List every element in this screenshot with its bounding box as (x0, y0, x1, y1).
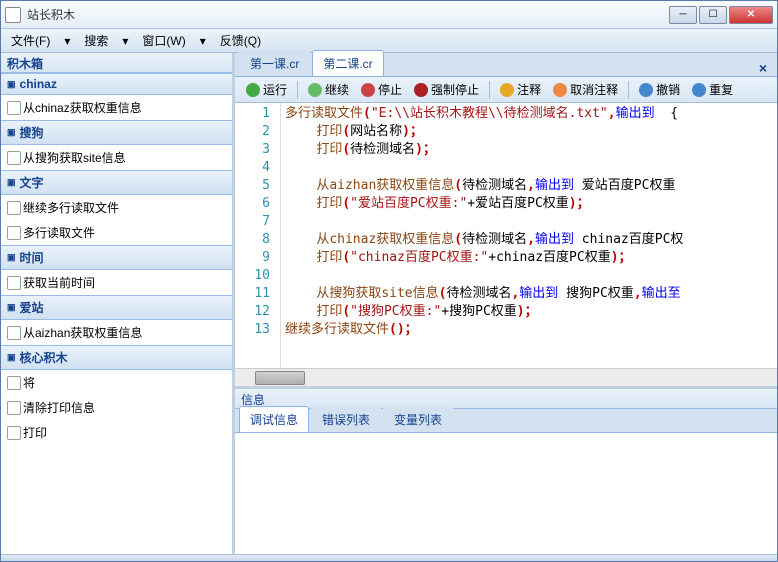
bottom-panel: 信息 调试信息 错误列表 变量列表 (235, 386, 777, 554)
comment-button[interactable]: 注释 (495, 79, 546, 100)
editor-toolbar: 运行 继续 停止 强制停止 注释 取消注释 撤销 重复 (235, 77, 777, 103)
tab-variable-list[interactable]: 变量列表 (383, 406, 453, 432)
sidebar: 积木箱 ▣ chinaz 从chinaz获取权重信息 ▣ 搜狗从搜狗获取site信息 ▣ 文… (1, 53, 235, 554)
category-label: 核心积木 (20, 349, 68, 366)
category-header[interactable]: ▣ chinaz (1, 73, 232, 95)
collapse-icon: ▣ (7, 252, 16, 263)
menu-file[interactable]: 文件(F) (7, 30, 54, 51)
continue-icon (308, 83, 322, 97)
stop-button[interactable]: 停止 (356, 79, 407, 100)
sidebar-item[interactable]: 打印 (1, 420, 232, 445)
force-stop-button[interactable]: 强制停止 (409, 79, 484, 100)
undo-icon (639, 83, 653, 97)
category-label: chinaz (20, 77, 57, 91)
category-header[interactable]: ▣ 搜狗 (1, 120, 232, 145)
sidebar-item[interactable]: 继续多行读取文件 (1, 195, 232, 220)
bottom-panel-tabs: 调试信息 错误列表 变量列表 (235, 409, 777, 433)
sidebar-item[interactable]: 清除打印信息 (1, 395, 232, 420)
sidebar-item[interactable]: 从chinaz获取权重信息 (1, 95, 232, 120)
menubar: 文件(F)▾ 搜索▾ 窗口(W)▾ 反馈(Q) (1, 29, 777, 53)
category-header[interactable]: ▣ 文字 (1, 170, 232, 195)
code-content[interactable]: 多行读取文件("E:\\站长积木教程\\待检测域名.txt",输出到 { 打印(… (281, 103, 777, 368)
tab-debug-info[interactable]: 调试信息 (239, 406, 309, 432)
category-header[interactable]: ▣ 爱站 (1, 295, 232, 320)
redo-icon (692, 83, 706, 97)
sidebar-item[interactable]: 获取当前时间 (1, 270, 232, 295)
sidebar-item[interactable]: 从搜狗获取site信息 (1, 145, 232, 170)
maximize-button[interactable]: ☐ (699, 6, 727, 24)
app-icon (5, 7, 21, 23)
category-label: 搜狗 (20, 124, 44, 141)
scroll-thumb[interactable] (255, 371, 305, 385)
editor-area: 第一课.cr 第二课.cr × 运行 继续 停止 强制停止 注释 取消注释 撤销… (235, 53, 777, 554)
play-icon (246, 83, 260, 97)
bottom-panel-content (235, 433, 777, 554)
collapse-icon: ▣ (7, 127, 16, 138)
close-button[interactable]: ✕ (729, 6, 773, 24)
menu-search[interactable]: 搜索 (80, 30, 112, 51)
category-label: 文字 (20, 174, 44, 191)
comment-icon (500, 83, 514, 97)
category-label: 爱站 (20, 299, 44, 316)
editor-tabs: 第一课.cr 第二课.cr × (235, 53, 777, 77)
collapse-icon: ▣ (7, 302, 16, 313)
continue-button[interactable]: 继续 (303, 79, 354, 100)
menu-window[interactable]: 窗口(W) (138, 30, 189, 51)
sidebar-title: 积木箱 (1, 53, 232, 73)
collapse-icon: ▣ (7, 177, 16, 188)
stop-icon (361, 83, 375, 97)
statusbar (1, 554, 777, 561)
collapse-icon: ▣ (7, 352, 16, 363)
uncomment-icon (553, 83, 567, 97)
sidebar-item[interactable]: 多行读取文件 (1, 220, 232, 245)
window-titlebar: 站长积木 ─ ☐ ✕ (1, 1, 777, 29)
category-header[interactable]: ▣ 核心积木 (1, 345, 232, 370)
category-header[interactable]: ▣ 时间 (1, 245, 232, 270)
uncomment-button[interactable]: 取消注释 (548, 79, 623, 100)
redo-button[interactable]: 重复 (687, 79, 738, 100)
tab-lesson1[interactable]: 第一课.cr (239, 50, 310, 76)
tab-error-list[interactable]: 错误列表 (311, 406, 381, 432)
code-editor[interactable]: 12345678910111213 多行读取文件("E:\\站长积木教程\\待检… (235, 103, 777, 368)
menu-feedback[interactable]: 反馈(Q) (216, 30, 265, 51)
sidebar-item[interactable]: 将 (1, 370, 232, 395)
collapse-icon: ▣ (7, 79, 16, 90)
horizontal-scrollbar[interactable] (235, 368, 777, 386)
tab-lesson2[interactable]: 第二课.cr (312, 50, 383, 76)
undo-button[interactable]: 撤销 (634, 79, 685, 100)
force-stop-icon (414, 83, 428, 97)
category-label: 时间 (20, 249, 44, 266)
window-title: 站长积木 (27, 6, 669, 23)
sidebar-item[interactable]: 从aizhan获取权重信息 (1, 320, 232, 345)
tabs-close-icon[interactable]: × (753, 60, 773, 76)
line-gutter: 12345678910111213 (235, 103, 281, 368)
minimize-button[interactable]: ─ (669, 6, 697, 24)
run-button[interactable]: 运行 (241, 79, 292, 100)
